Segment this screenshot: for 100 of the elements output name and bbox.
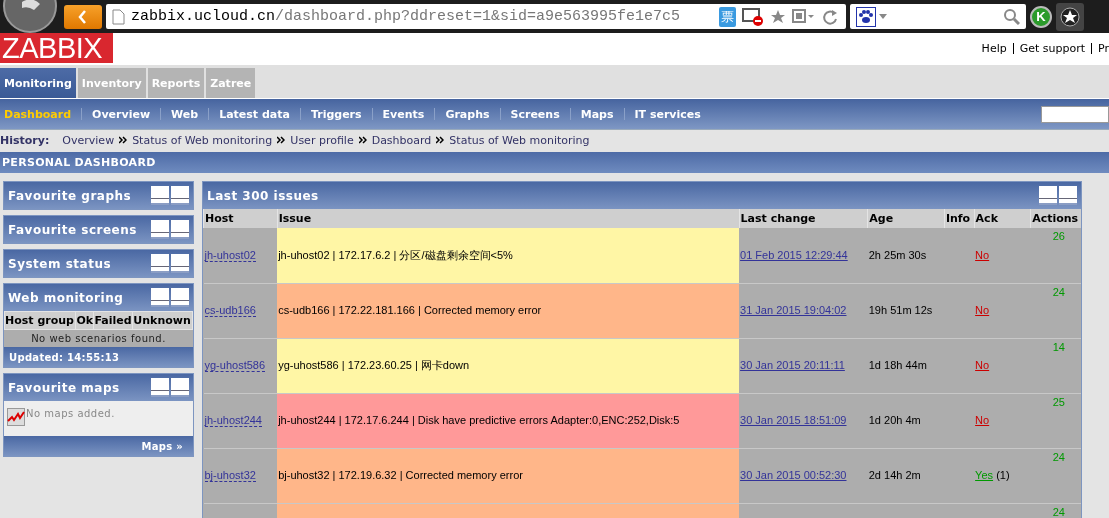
age-text: 2d 14h 2m <box>868 469 921 481</box>
column-header: Actions <box>1030 209 1081 228</box>
submenu-link[interactable]: Triggers <box>306 107 372 121</box>
last-change-link[interactable]: 01 Feb 2015 12:29:44 <box>740 248 848 261</box>
empty-message: No web scenarios found. <box>4 330 193 347</box>
host-link[interactable]: bj-uhost32 <box>204 469 256 482</box>
submenu-link[interactable]: Dashboard <box>0 107 82 121</box>
submenu-link[interactable]: Latest data <box>215 107 300 121</box>
search-field[interactable] <box>850 4 1026 29</box>
paw-icon[interactable] <box>856 6 876 27</box>
header-link[interactable]: Help <box>981 42 1007 55</box>
double-arrow-icon <box>277 136 286 144</box>
caret-icon[interactable] <box>879 14 887 19</box>
header-link[interactable]: Pr <box>1098 42 1109 55</box>
actions-count: 25 <box>1052 395 1065 408</box>
ack-count: (1) <box>996 469 1010 481</box>
submenu-link[interactable]: Web <box>167 107 209 121</box>
history-link[interactable]: Overview <box>62 133 115 147</box>
widget-header-button[interactable] <box>151 220 169 239</box>
qr-code-icon[interactable] <box>792 8 816 25</box>
history-link[interactable]: Dashboard <box>371 133 432 147</box>
column-header: Issue <box>277 209 740 228</box>
widget-title: System status <box>8 256 112 271</box>
browser-logo-icon <box>0 0 60 33</box>
widget-title: Favourite maps <box>8 380 120 395</box>
widget-title: Favourite graphs <box>8 188 132 203</box>
widget-header-button[interactable] <box>171 186 189 205</box>
star-icon[interactable] <box>770 8 786 25</box>
double-arrow-icon <box>358 136 367 144</box>
double-arrow-icon <box>119 136 128 144</box>
widget-header-button[interactable] <box>151 378 169 397</box>
extension-button[interactable]: K <box>1030 5 1052 28</box>
widget-header-button[interactable] <box>171 288 189 307</box>
widget-header-button[interactable] <box>1039 186 1057 205</box>
column-header: Host <box>203 209 278 228</box>
ack-link[interactable]: No <box>975 304 990 316</box>
submenu-link[interactable]: Graphs <box>441 107 500 121</box>
address-bar[interactable]: zabbix.ucloud.cn/dashboard.php?ddreset=1&sid=a9e563995fe1e7c5 票 <box>106 4 846 29</box>
last-change-link[interactable]: 31 Jan 2015 19:04:02 <box>740 304 847 316</box>
submenu-link[interactable]: Maps <box>576 107 624 121</box>
actions-count: 24 <box>1052 285 1065 298</box>
widget-title: Last 300 issues <box>207 188 319 203</box>
last-change-link[interactable]: 30 Jan 2015 18:51:09 <box>740 414 847 426</box>
search-field[interactable] <box>1041 105 1109 123</box>
widget-header-button[interactable] <box>171 378 189 397</box>
issue-cell: cs-udb166 | 172.22.181.166 | Corrected memory error <box>277 283 740 338</box>
submenu-link[interactable]: Overview <box>88 107 161 121</box>
empty-message: No maps added. <box>26 408 115 419</box>
issue-cell: bj-uhost32 | 172.19.6.32 | Corrected memory error <box>277 448 740 503</box>
widget-header-button[interactable] <box>151 186 169 205</box>
ack-link[interactable]: No <box>975 248 990 261</box>
actions-count: 24 <box>1052 505 1065 518</box>
map-chart-icon <box>7 408 25 426</box>
ack-link[interactable]: No <box>975 414 990 426</box>
zabbix-logo: ZABBIX <box>0 33 113 63</box>
column-header: Host group <box>4 311 76 330</box>
history-link[interactable]: User profile <box>290 133 354 147</box>
widget-title: Favourite screens <box>8 222 137 237</box>
issue-cell: jh-uhost02 | 172.17.6.2 | 分区/磁盘剩余空间<5% <box>277 228 740 283</box>
back-button[interactable] <box>64 4 102 29</box>
column-header: Ack <box>974 209 1031 228</box>
maps-link[interactable]: Maps » <box>4 436 193 456</box>
widget-title: Web monitoring <box>8 290 124 305</box>
bookmark-button[interactable] <box>1056 2 1084 31</box>
host-link[interactable]: jh-uhost02 <box>204 248 256 262</box>
host-link[interactable]: cs-udb166 <box>204 304 256 317</box>
host-link[interactable]: yg-uhost586 <box>204 359 266 372</box>
page-icon <box>112 8 125 25</box>
actions-count: 14 <box>1052 340 1065 353</box>
blocked-window-icon[interactable] <box>742 6 764 27</box>
history-link[interactable]: Status of Web monitoring <box>132 133 273 147</box>
page-title: PERSONAL DASHBOARD <box>0 152 1109 173</box>
submenu-link[interactable]: Screens <box>506 107 570 121</box>
ack-link[interactable]: No <box>975 359 990 371</box>
last-change-link[interactable]: 30 Jan 2015 20:11:11 <box>740 359 845 371</box>
age-text: 19h 51m 12s <box>868 304 933 316</box>
host-link[interactable]: jh-uhost244 <box>204 414 262 427</box>
widget-header-button[interactable] <box>171 220 189 239</box>
column-header: Age <box>867 209 945 228</box>
issue-cell: yg-uhost586 | 172.23.60.25 | 网卡down <box>277 338 740 393</box>
widget-header-button[interactable] <box>1059 186 1077 205</box>
widget-header-button[interactable] <box>171 254 189 273</box>
updated-time: Updated: 14:55:13 <box>4 347 193 367</box>
menu-tab[interactable]: Monitoring <box>0 68 76 98</box>
submenu-link[interactable]: Events <box>378 107 435 121</box>
issue-cell: jh-uhost244 | 172.17.6.244 | Disk have predictive errors Adapter:0,ENC:252,Disk:5 <box>277 393 740 448</box>
column-header: Last change <box>739 209 868 228</box>
reload-icon[interactable] <box>822 7 840 26</box>
history-label: History: <box>0 133 50 147</box>
url-text: zabbix.ucloud.cn/dashboard.php?ddreset=1&sid=a9e563995fe1e7c5 <box>131 8 681 25</box>
widget-header-button[interactable] <box>151 288 169 307</box>
actions-count: 26 <box>1052 230 1065 242</box>
search-icon[interactable] <box>1003 8 1020 25</box>
header-link[interactable]: Get support <box>1019 42 1086 55</box>
submenu-link[interactable]: IT services <box>630 107 711 121</box>
ticket-badge[interactable]: 票 <box>719 6 736 27</box>
history-link[interactable]: Status of Web monitoring <box>449 133 590 147</box>
age-text: 2h 25m 30s <box>868 248 927 261</box>
last-change-link[interactable]: 30 Jan 2015 00:52:30 <box>740 469 847 481</box>
widget-header-button[interactable] <box>151 254 169 273</box>
